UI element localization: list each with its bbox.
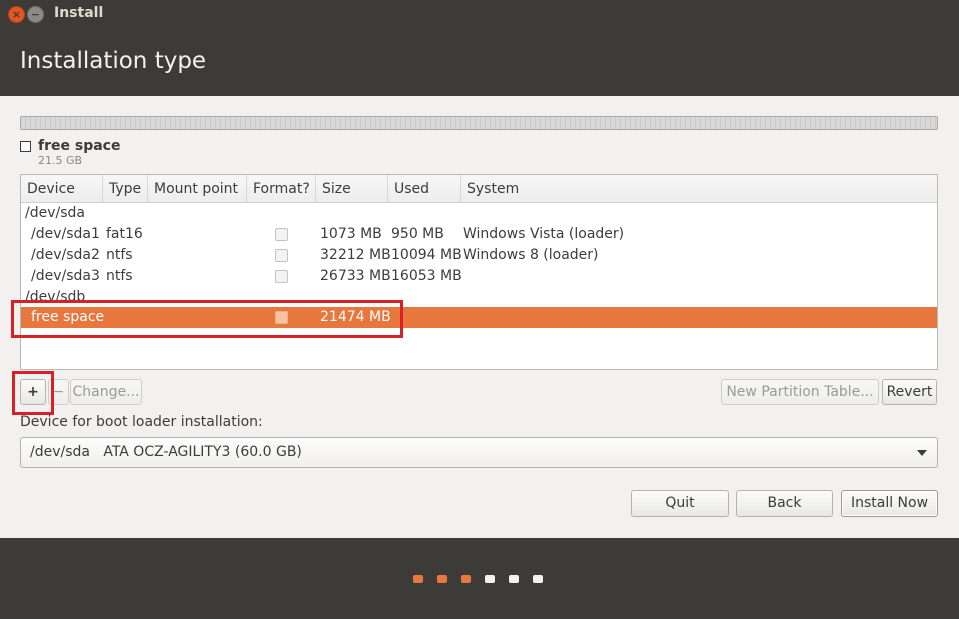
table-row[interactable]: /dev/sda3 ntfs 26733 MB 16053 MB bbox=[21, 266, 937, 287]
cell-used: 10094 MB bbox=[391, 247, 462, 263]
cell-used: 950 MB bbox=[391, 226, 444, 242]
table-row[interactable]: /dev/sda2 ntfs 32212 MB 10094 MB Windows… bbox=[21, 245, 937, 266]
footer-progress bbox=[0, 538, 959, 619]
legend-swatch bbox=[20, 140, 31, 152]
window-titlebar: × − Install bbox=[0, 0, 959, 30]
revert-button[interactable]: Revert bbox=[882, 379, 937, 405]
cell-size: 1073 MB bbox=[320, 226, 382, 242]
progress-dot-pending bbox=[509, 575, 519, 583]
legend-size: 21.5 GB bbox=[38, 154, 83, 167]
window-title: Install bbox=[54, 5, 104, 21]
bootloader-label: Device for boot loader installation: bbox=[20, 414, 263, 430]
close-icon[interactable]: × bbox=[8, 6, 25, 23]
cell-system: Windows 8 (loader) bbox=[463, 247, 599, 263]
cell-device: /dev/sda bbox=[25, 205, 85, 221]
col-header-format[interactable]: Format? bbox=[247, 175, 316, 203]
install-now-button[interactable]: Install Now bbox=[841, 490, 938, 517]
col-header-used[interactable]: Used bbox=[388, 175, 461, 203]
col-header-size[interactable]: Size bbox=[316, 175, 388, 203]
format-checkbox[interactable] bbox=[275, 228, 288, 241]
dropdown-arrow-icon bbox=[917, 450, 927, 456]
cell-size: 26733 MB bbox=[320, 268, 391, 284]
page-title: Installation type bbox=[20, 48, 207, 74]
page-header: Installation type bbox=[0, 30, 959, 96]
cell-type: ntfs bbox=[106, 247, 133, 263]
cell-device: /dev/sda1 bbox=[31, 226, 100, 242]
disk-legend: free space bbox=[20, 138, 120, 154]
disk-usage-bar bbox=[20, 116, 938, 130]
cell-device: /dev/sda2 bbox=[31, 247, 100, 263]
legend-label: free space bbox=[38, 138, 121, 154]
progress-dot-complete bbox=[413, 575, 423, 583]
progress-dot-complete bbox=[437, 575, 447, 583]
bootloader-device-select[interactable]: /dev/sda ATA OCZ-AGILITY3 (60.0 GB) bbox=[20, 437, 938, 468]
col-header-type[interactable]: Type bbox=[103, 175, 148, 203]
table-row[interactable]: /dev/sda1 fat16 1073 MB 950 MB Windows V… bbox=[21, 224, 937, 245]
change-partition-button[interactable]: Change... bbox=[70, 379, 142, 405]
new-partition-table-button[interactable]: New Partition Table... bbox=[721, 379, 879, 405]
highlight-free-space-row bbox=[11, 300, 403, 338]
bootloader-selected-value: /dev/sda ATA OCZ-AGILITY3 (60.0 GB) bbox=[30, 444, 302, 460]
progress-dot-pending bbox=[485, 575, 495, 583]
cell-system: Windows Vista (loader) bbox=[463, 226, 625, 242]
highlight-add-button bbox=[12, 371, 54, 415]
format-checkbox[interactable] bbox=[275, 270, 288, 283]
col-header-mount[interactable]: Mount point bbox=[148, 175, 247, 203]
cell-size: 32212 MB bbox=[320, 247, 391, 263]
progress-dot-complete bbox=[461, 575, 471, 583]
table-header: Device Type Mount point Format? Size Use… bbox=[21, 175, 937, 203]
cell-type: ntfs bbox=[106, 268, 133, 284]
col-header-system[interactable]: System bbox=[461, 175, 937, 203]
cell-device: /dev/sda3 bbox=[31, 268, 100, 284]
quit-button[interactable]: Quit bbox=[631, 490, 729, 517]
cell-used: 16053 MB bbox=[391, 268, 462, 284]
minimize-icon[interactable]: − bbox=[27, 6, 44, 23]
format-checkbox[interactable] bbox=[275, 249, 288, 262]
back-button[interactable]: Back bbox=[736, 490, 833, 517]
partition-table[interactable]: Device Type Mount point Format? Size Use… bbox=[20, 174, 938, 370]
table-row[interactable]: /dev/sda bbox=[21, 203, 937, 224]
progress-dot-pending bbox=[533, 575, 543, 583]
cell-type: fat16 bbox=[106, 226, 143, 242]
col-header-device[interactable]: Device bbox=[21, 175, 103, 203]
